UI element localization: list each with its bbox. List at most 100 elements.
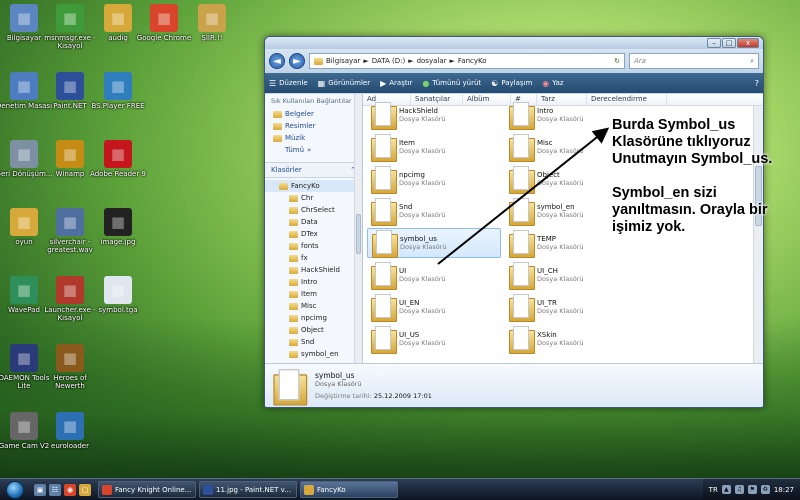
- tree-item[interactable]: Snd: [265, 336, 362, 348]
- show-desktop-icon[interactable]: ▣: [34, 483, 46, 496]
- task-label: 11.jpg - Paint.NET v...: [216, 485, 291, 494]
- explore-button[interactable]: ▶ Araştır: [380, 79, 412, 88]
- tree-item[interactable]: HackShield: [265, 264, 362, 276]
- folder-type: Dosya Klasörü: [400, 243, 447, 251]
- tree-item[interactable]: Object: [265, 324, 362, 336]
- favorites-more-link[interactable]: Tümü»: [265, 144, 362, 156]
- back-button[interactable]: ◄: [269, 53, 285, 69]
- folder-tile[interactable]: UI_CH Dosya Klasörü: [505, 260, 639, 290]
- language-indicator[interactable]: TR: [709, 486, 718, 494]
- folder-tile[interactable]: UI_US Dosya Klasörü: [367, 324, 501, 354]
- task-fancy-knight[interactable]: Fancy Knight Online...: [98, 481, 196, 498]
- tree-item-label: Item: [301, 290, 317, 298]
- title-bar[interactable]: – □ x: [265, 37, 763, 49]
- address-bar[interactable]: Bilgisayar ► DATA (D:) ► dosyalar ► Fanc…: [309, 53, 625, 69]
- folder-tile-text: UI_EN Dosya Klasörü: [399, 299, 445, 315]
- folder-tile[interactable]: symbol_us Dosya Klasörü: [367, 228, 501, 258]
- folder-name: UI_TR: [537, 299, 557, 307]
- folder-tile[interactable]: Item Dosya Klasörü: [367, 132, 501, 162]
- burn-button[interactable]: ◉ Yaz: [542, 79, 563, 88]
- folder-name: Snd: [399, 203, 413, 211]
- folder-tile[interactable]: npcimg Dosya Klasörü: [367, 164, 501, 194]
- security-icon[interactable]: ⚑: [747, 485, 757, 494]
- desktop-icon-4[interactable]: ■ ŞİİR:!!: [182, 4, 242, 42]
- folders-header[interactable]: Klasörler⌃: [265, 162, 362, 178]
- clock[interactable]: 18:27: [774, 486, 794, 494]
- folder-tile[interactable]: UI_TR Dosya Klasörü: [505, 292, 639, 322]
- maximize-button[interactable]: □: [722, 38, 736, 48]
- folder-icon: [289, 326, 298, 334]
- desktop-icon-label: symbol.tga: [98, 306, 138, 314]
- tree-item[interactable]: npcimg: [265, 312, 362, 324]
- switch-windows-icon[interactable]: ☷: [49, 483, 61, 496]
- breadcrumb-computer[interactable]: Bilgisayar: [326, 57, 360, 65]
- tree-item[interactable]: Data: [265, 216, 362, 228]
- start-button[interactable]: [0, 479, 30, 500]
- tree-item[interactable]: Item: [265, 288, 362, 300]
- folder-icon: [289, 242, 298, 250]
- folder-icon: [509, 102, 535, 130]
- breadcrumb-drive[interactable]: DATA (D:): [372, 57, 405, 65]
- folder-name: UI_EN: [399, 299, 420, 307]
- share-button[interactable]: ☯ Paylaşım: [491, 79, 532, 88]
- folder-icon: [289, 350, 298, 358]
- task-fancyko[interactable]: FancyKo: [300, 481, 398, 498]
- folder-icon: [314, 57, 323, 65]
- tree-item[interactable]: fx: [265, 252, 362, 264]
- play-all-button[interactable]: ● Tümünü yürüt: [422, 79, 481, 88]
- organize-button[interactable]: ☰ Düzenle: [269, 79, 308, 88]
- help-button[interactable]: ?: [755, 79, 759, 88]
- favorite-pictures[interactable]: Resimler: [265, 120, 362, 132]
- tree-item-label: Misc: [301, 302, 317, 310]
- close-button[interactable]: x: [737, 38, 759, 48]
- forward-button[interactable]: ►: [289, 53, 305, 69]
- nav-scroll-thumb[interactable]: [356, 214, 361, 254]
- folder-tile[interactable]: HackShield Dosya Klasörü: [367, 100, 501, 130]
- tree-item[interactable]: fonts: [265, 240, 362, 252]
- desktop-icon-10[interactable]: ■ Adobe Reader 9: [88, 140, 148, 178]
- details-pane: symbol_us Dosya Klasörü Değiştirme tarih…: [265, 363, 763, 407]
- folder-tile[interactable]: UI_EN Dosya Klasörü: [367, 292, 501, 322]
- more-label: Tümü: [285, 146, 305, 154]
- tree-item[interactable]: Intro: [265, 276, 362, 288]
- tree-item[interactable]: DTex: [265, 228, 362, 240]
- desktop-icon-16[interactable]: ■ symbol.tga: [88, 276, 148, 314]
- desktop-icon-7[interactable]: ■ BS.Player FREE: [88, 72, 148, 110]
- desktop-icon-13[interactable]: ■ image.jpg: [88, 208, 148, 246]
- explorer-icon[interactable]: ▢: [79, 483, 91, 496]
- favorite-documents[interactable]: Belgeler: [265, 108, 362, 120]
- folder-tile[interactable]: UI Dosya Klasörü: [367, 260, 501, 290]
- tree-item[interactable]: FancyKo: [265, 180, 362, 192]
- folder-tile[interactable]: XSkin Dosya Klasörü: [505, 324, 639, 354]
- tree-item-label: Chr: [301, 194, 314, 202]
- explore-icon: ▶: [380, 78, 387, 88]
- tree-item-label: FancyKo: [291, 182, 320, 190]
- favorites-header: Sık Kullanılan Bağlantılar: [271, 97, 352, 105]
- volume-icon[interactable]: ♫: [734, 485, 744, 494]
- task-paintnet[interactable]: 11.jpg - Paint.NET v...: [199, 481, 297, 498]
- details-name: symbol_us: [315, 371, 355, 380]
- favorite-music[interactable]: Müzik: [265, 132, 362, 144]
- nav-scrollbar[interactable]: [354, 94, 362, 363]
- tree-item-label: HackShield: [301, 266, 340, 274]
- desktop-icon-20[interactable]: ■ euroloader: [40, 412, 100, 450]
- chrome-icon[interactable]: ◉: [64, 483, 76, 496]
- tree-item[interactable]: Misc: [265, 300, 362, 312]
- network-icon[interactable]: ▲: [721, 485, 731, 494]
- breadcrumb-dosyalar[interactable]: dosyalar: [417, 57, 447, 65]
- refresh-icon[interactable]: ↻: [614, 57, 620, 65]
- views-button[interactable]: ▦ Görünümler: [318, 79, 370, 88]
- tree-item[interactable]: Chr: [265, 192, 362, 204]
- search-input[interactable]: Ara ⌕: [629, 53, 759, 69]
- desktop-icon-18[interactable]: ■ Heroes of Newerth: [40, 344, 100, 390]
- breadcrumb-fancyko[interactable]: FancyKo: [458, 57, 487, 65]
- annotation-text: Burda Symbol_us Klasörüne tıklıyoruz Unu…: [612, 117, 792, 253]
- tree-item[interactable]: symbol_en: [265, 348, 362, 360]
- folder-icon: [371, 262, 397, 290]
- folder-tile[interactable]: Snd Dosya Klasörü: [367, 196, 501, 226]
- search-icon[interactable]: ⌕: [750, 57, 754, 66]
- update-icon[interactable]: ♻: [760, 485, 770, 494]
- tree-item[interactable]: ChrSelect: [265, 204, 362, 216]
- computer-icon: ■: [10, 4, 38, 32]
- minimize-button[interactable]: –: [707, 38, 721, 48]
